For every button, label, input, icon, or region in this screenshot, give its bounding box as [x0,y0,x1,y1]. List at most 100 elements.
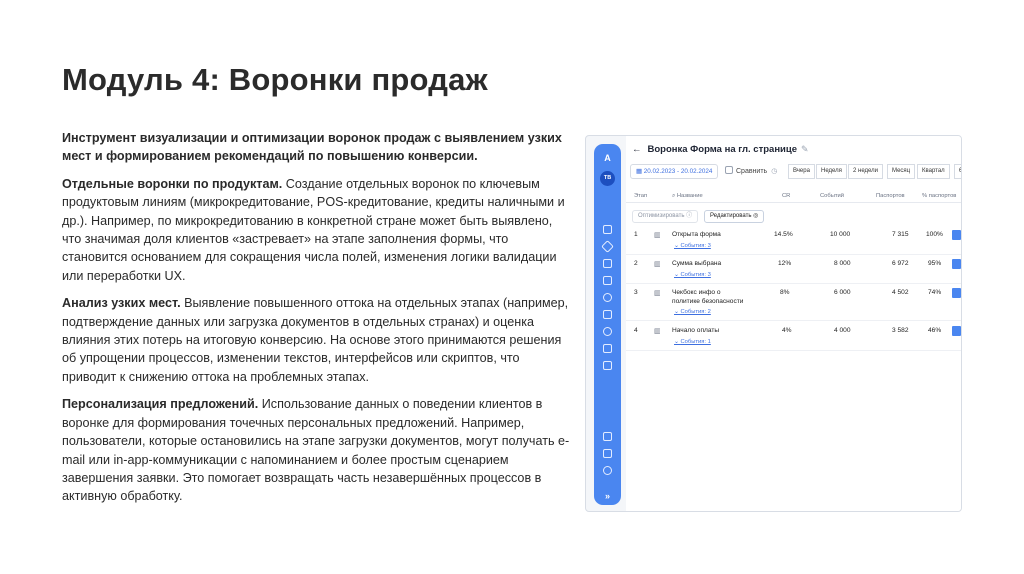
table-row[interactable]: 4 ▥ Начало оплаты ⌄ События: 1 4% 4 000 … [626,326,961,357]
paragraph-heading: Отдельные воронки по продуктам. [62,176,283,191]
page-title: Воронка Форма на гл. странице [647,144,798,155]
period-quarter[interactable]: Квартал [917,164,950,179]
row-passports: 7 315 [892,231,909,238]
table-row[interactable]: 1 ▥ Открыта форма ⌄ События: 3 14.5% 10 … [626,230,961,261]
row-cr: 14.5% [774,231,793,238]
bar-chart-icon[interactable] [603,276,612,285]
header-divider [626,202,961,203]
back-arrow-icon[interactable]: ← [632,144,642,155]
chart-icon[interactable]: ▥ [654,289,661,297]
row-events: 4 000 [834,327,851,334]
date-range-value: 20.02.2023 - 20.02.2024 [643,168,713,175]
row-passports: 6 972 [892,260,909,267]
optimize-button[interactable]: Оптимизировать ⓘ [632,210,699,223]
events-link-label: События: 2 [680,309,711,315]
row-passports: 4 502 [892,289,909,296]
row-divider [626,350,961,351]
events-link-label: События: 3 [680,243,711,249]
dashboard-icon[interactable] [603,449,612,458]
row-cr: 12% [778,260,792,267]
row-name: Открыта форма [672,231,721,238]
row-events: 10 000 [830,231,851,238]
period-more[interactable]: 6 [954,164,961,179]
avatar[interactable]: TB [600,171,615,186]
table-row[interactable]: 2 ▥ Сумма выбрана ⌄ События: 3 12% 8 000… [626,259,961,290]
period-month[interactable]: Месяц [887,164,916,179]
period-week[interactable]: Неделя [816,164,847,179]
row-passports: 3 582 [892,327,909,334]
period-yesterday[interactable]: Вчера [788,164,815,179]
row-events-link[interactable]: ⌄ События: 1 [674,339,711,345]
list-icon[interactable] [603,361,612,370]
edit-label: Редактировать [710,213,752,219]
help-icon: ⓘ [684,213,693,219]
paragraph-body: Использование данных о поведении клиенто… [62,397,570,504]
row-cr: 8% [780,289,790,296]
paragraph-heading: Персонализация предложений. [62,397,259,412]
share-icon[interactable] [603,225,612,234]
row-name-line2: политике безопасности [672,298,744,305]
row-events-link[interactable]: ⌄ События: 2 [674,309,711,315]
row-name: Сумма выбрана [672,260,722,267]
chart-icon[interactable]: ▥ [654,327,661,335]
calendar-small-icon: ▦ [636,168,644,175]
row-stage: 2 [634,260,638,267]
row-divider [626,283,961,284]
row-events-link[interactable]: ⌄ События: 3 [674,243,711,249]
col-stage[interactable]: Этап [634,193,647,199]
row-bar [952,326,961,336]
table-row[interactable]: 3 ▥ Чекбокс инфо о политике безопасности… [626,288,961,319]
row-bar [952,230,961,240]
row-pct: 74% [928,289,942,296]
date-range-picker[interactable]: ▦ 20.02.2023 - 20.02.2024 [630,164,719,179]
row-name: Начало оплаты [672,327,720,334]
row-pct: 100% [926,231,943,238]
clock-icon: ◷ [771,168,778,175]
row-stage: 3 [634,289,638,296]
edit-button[interactable]: Редактировать ◎ [704,210,765,223]
col-name[interactable]: ⌕ Название [672,193,703,200]
page-header: ← Воронка Форма на гл. странице ✎ [632,144,809,155]
col-cr[interactable]: CR [782,193,790,199]
paragraph-bottlenecks: Анализ узких мест. Выявление повышенного… [62,294,570,386]
period-2weeks[interactable]: 2 недели [848,164,884,179]
events-link-label: События: 3 [680,272,711,278]
optimize-label: Оптимизировать [638,213,685,219]
compare-toggle[interactable]: Сравнить ◷ [725,164,777,179]
slide-title: Модуль 4: Воронки продаж [62,62,488,97]
row-events: 8 000 [834,260,851,267]
app-logo: A [604,153,611,163]
col-events[interactable]: Событий [820,193,844,199]
filter-bar: ▦ 20.02.2023 - 20.02.2024 Сравнить ◷ Вчер… [630,164,961,180]
paragraph-body: Создание отдельных воронок по ключевым п… [62,176,565,283]
trend-icon[interactable] [603,310,612,319]
filter-icon[interactable] [603,344,612,353]
intro-text: Инструмент визуализации и оптимизации во… [62,131,562,164]
side-rail: A TB » [594,144,621,505]
pie-icon[interactable] [603,327,612,336]
team-icon[interactable] [603,466,612,475]
col-passports[interactable]: Паспортов [876,193,905,199]
chart-icon[interactable]: ▥ [654,260,661,268]
row-bar [952,259,961,269]
users-icon[interactable] [603,293,612,302]
compare-checkbox[interactable] [725,166,733,174]
expand-icon[interactable]: » [594,491,621,501]
row-events-link[interactable]: ⌄ События: 3 [674,272,711,278]
row-pct: 95% [928,260,942,267]
monitor-icon[interactable] [603,432,612,441]
col-passports-pct[interactable]: % паспортов [922,193,956,199]
row-divider [626,254,961,255]
events-link-label: События: 1 [680,339,711,345]
edit-pencil-icon[interactable]: ✎ [801,144,809,154]
paragraph-products: Отдельные воронки по продуктам. Создание… [62,175,570,285]
row-pct: 46% [928,327,942,334]
paragraph-personalization: Персонализация предложений. Использовани… [62,395,570,505]
text-column: Инструмент визуализации и оптимизации во… [62,129,570,515]
chart-icon[interactable]: ▥ [654,231,661,239]
diamond-icon[interactable] [601,240,614,253]
row-name: Чекбокс инфо о [672,289,721,296]
compare-label: Сравнить [736,168,768,175]
row-stage: 4 [634,327,638,334]
calendar-icon[interactable] [603,259,612,268]
